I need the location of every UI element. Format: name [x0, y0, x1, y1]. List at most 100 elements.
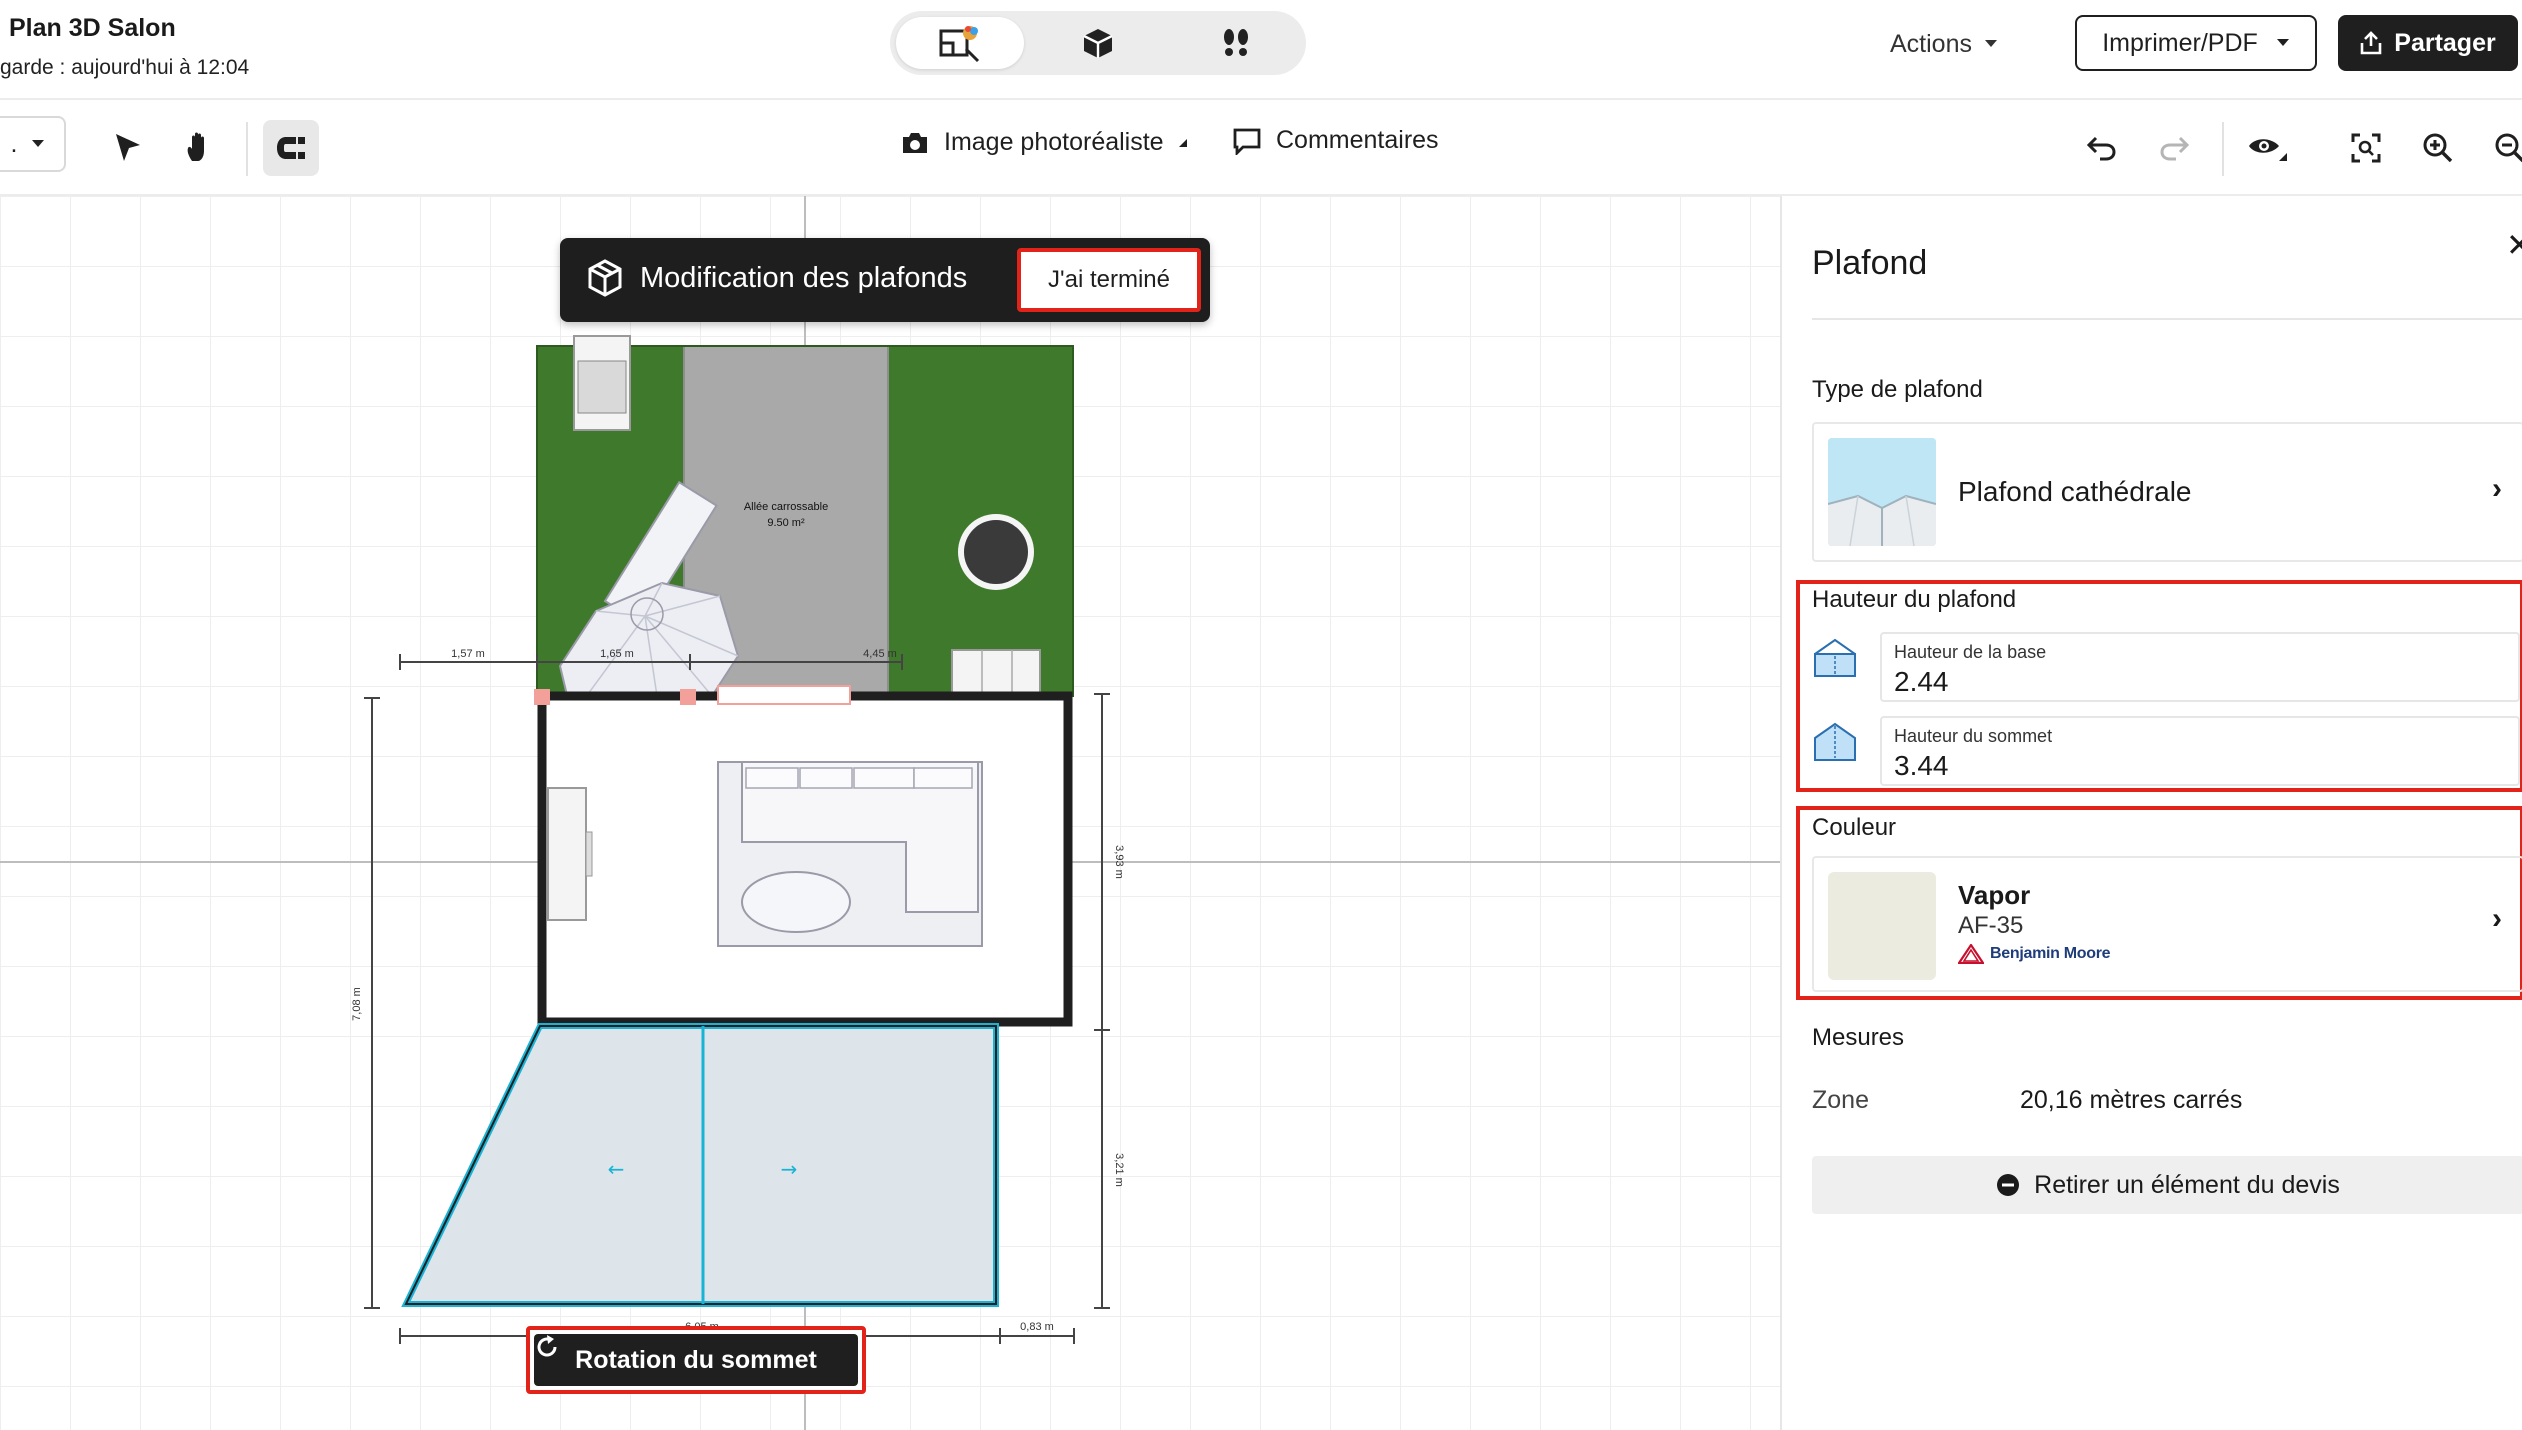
zoom-in-button[interactable]	[2410, 120, 2466, 176]
arrow-right-icon: →	[781, 1157, 798, 1181]
coffee-table[interactable]	[741, 871, 851, 933]
actions-menu-button[interactable]: Actions	[1890, 22, 1998, 66]
toolbar-separator	[2222, 122, 2224, 176]
peak-height-value[interactable]: 3.44	[1894, 750, 1949, 782]
color-heading: Couleur	[1812, 814, 1897, 841]
remove-from-quote-button[interactable]: Retirer un élément du devis	[1812, 1156, 2522, 1214]
photoreal-image-button[interactable]: Image photoréaliste	[900, 128, 1188, 157]
wall-handle[interactable]	[534, 689, 550, 705]
driveway-label: Allée carrossable	[744, 501, 828, 513]
magnet-snap-button[interactable]	[263, 120, 319, 176]
floorplan-2d-icon	[939, 26, 980, 63]
view-2d-button[interactable]	[896, 17, 1024, 69]
undo-button[interactable]	[2074, 120, 2130, 176]
print-label: Imprimer/PDF	[2102, 28, 2258, 57]
dimension-label: 1,57 m	[451, 648, 485, 660]
cathedral-ceiling-thumbnail	[1828, 438, 1936, 546]
selected-ceiling[interactable]	[401, 1023, 999, 1307]
rotate-vertex-button[interactable]: Rotation du sommet	[534, 1334, 858, 1386]
rotate-icon	[537, 1335, 557, 1357]
base-height-label: Hauteur de la base	[1894, 642, 2047, 662]
view-3d-button[interactable]	[1034, 17, 1162, 69]
wall-handle[interactable]	[680, 689, 696, 705]
close-icon[interactable]: ✕	[2506, 226, 2522, 264]
floorplan-canvas[interactable]: Allée carrossable 9.50 m² 1,57 m 1,65 m …	[0, 196, 1780, 1430]
level-value: .	[10, 129, 18, 158]
ceiling-type-name: Plafond cathédrale	[1958, 476, 2192, 507]
cube-3d-icon	[1083, 29, 1113, 58]
redo-icon	[2160, 136, 2190, 161]
view-walkthrough-button[interactable]	[1172, 17, 1300, 69]
fire-pit-inner	[964, 520, 1028, 584]
corner-caret-icon	[1178, 138, 1187, 147]
view-mode-switch	[890, 11, 1306, 75]
driveway-area-label: 9.50 m²	[767, 517, 805, 529]
visibility-button[interactable]	[2240, 120, 2296, 176]
remove-label: Retirer un élément du devis	[2034, 1170, 2340, 1199]
base-height-field[interactable]: Hauteur de la base 2.44	[1880, 632, 2520, 702]
floorplan-drawing: Allée carrossable 9.50 m² 1,57 m 1,65 m …	[0, 196, 1780, 1430]
rotate-vertex-highlight[interactable]: Rotation du sommet	[526, 1326, 866, 1394]
panel-divider	[1812, 318, 2522, 320]
footsteps-icon	[1224, 29, 1248, 56]
zoom-in-icon	[2423, 133, 2453, 163]
ceiling-height-heading: Hauteur du plafond	[1812, 586, 2017, 613]
caret-down-icon	[2276, 39, 2289, 46]
color-selector[interactable]: Vapor AF-35 Benjamin Moore ›	[1812, 856, 2522, 992]
toolbar-separator	[246, 122, 248, 176]
peak-height-icon	[1814, 722, 1856, 761]
pan-tool-button[interactable]	[172, 120, 228, 176]
select-tool-button[interactable]	[100, 120, 156, 176]
cursor-arrow-icon	[116, 134, 140, 161]
zoom-out-icon	[2495, 133, 2522, 163]
chevron-right-icon: ›	[2492, 472, 2502, 505]
dimension-label: 0,83 m	[1020, 1321, 1054, 1333]
minus-circle-icon	[1997, 1174, 2020, 1196]
eye-icon	[2249, 139, 2287, 161]
comments-button[interactable]: Commentaires	[1232, 126, 1439, 155]
save-status: garde : aujourd'hui à 12:04	[0, 56, 250, 79]
color-swatch	[1828, 872, 1936, 980]
editor-toolbar: . Image photoréaliste Commentaires	[0, 100, 2522, 196]
dimension-label: 3,93 m	[1113, 845, 1125, 879]
door-opening[interactable]	[717, 685, 851, 705]
done-button[interactable]: J'ai terminé	[1025, 256, 1193, 304]
side-desk[interactable]	[547, 787, 587, 921]
level-select[interactable]: .	[0, 116, 66, 172]
share-button[interactable]: Partager	[2338, 15, 2518, 71]
zone-label: Zone	[1812, 1086, 1869, 1114]
fit-to-screen-button[interactable]	[2338, 120, 2394, 176]
outdoor-chair-seat	[577, 360, 627, 414]
zoom-out-button[interactable]	[2482, 120, 2522, 176]
dimension-label: 1,65 m	[600, 648, 634, 660]
hand-icon	[187, 132, 204, 161]
ceiling-edit-banner: Modification des plafonds J'ai terminé	[560, 238, 1210, 322]
ceiling-type-heading: Type de plafond	[1812, 376, 1983, 403]
dimension-label: 7,08 m	[351, 987, 363, 1021]
camera-icon	[903, 132, 927, 153]
rotate-label: Rotation du sommet	[575, 1345, 817, 1374]
done-button-highlight[interactable]: J'ai terminé	[1017, 248, 1201, 312]
ceiling-type-selector[interactable]: Plafond cathédrale ›	[1812, 422, 2522, 562]
base-height-value[interactable]: 2.44	[1894, 666, 1949, 698]
magnet-icon	[277, 137, 305, 159]
redo-button[interactable]	[2146, 120, 2202, 176]
share-label: Partager	[2394, 28, 2496, 57]
color-code: AF-35	[1958, 912, 2024, 939]
caret-down-icon	[32, 140, 45, 147]
cube-outline-icon	[588, 259, 622, 297]
measures-heading: Mesures	[1812, 1024, 1905, 1051]
garden-bench[interactable]	[951, 649, 1041, 695]
arrow-left-icon: ←	[608, 1157, 625, 1181]
caret-down-icon	[1984, 40, 1997, 47]
peak-height-label: Hauteur du sommet	[1894, 726, 2053, 746]
peak-height-field[interactable]: Hauteur du sommet 3.44	[1880, 716, 2520, 786]
app-header: Plan 3D Salon garde : aujourd'hui à 12:0…	[0, 0, 2522, 100]
dimension-label: 4,45 m	[863, 648, 897, 660]
comments-label: Commentaires	[1276, 126, 1439, 154]
print-pdf-button[interactable]: Imprimer/PDF	[2075, 15, 2317, 71]
photoreal-label: Image photoréaliste	[944, 128, 1164, 156]
ceiling-properties-panel: Plafond ✕ Type de plafond Plafond cathéd…	[1780, 196, 2522, 1430]
base-height-icon	[1814, 638, 1856, 677]
project-title[interactable]: Plan 3D Salon	[9, 14, 176, 43]
